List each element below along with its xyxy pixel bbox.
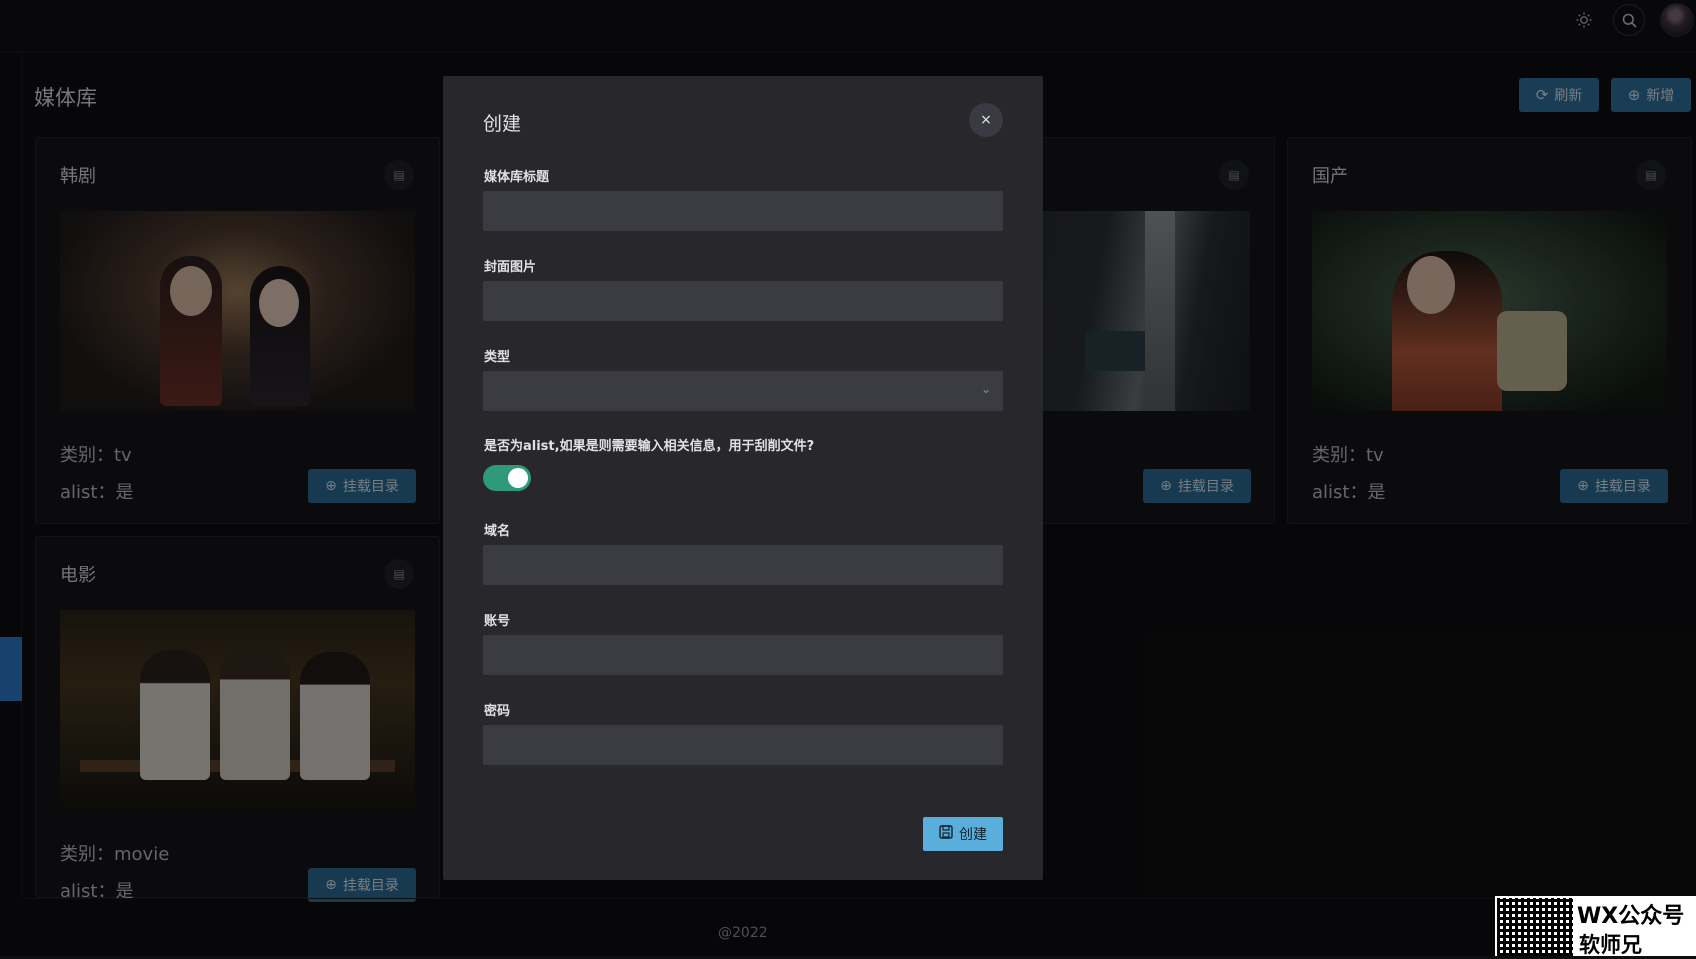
title-input[interactable] [483, 191, 1003, 231]
password-input[interactable] [483, 725, 1003, 765]
watermark-line-2: 软师兄 [1579, 933, 1642, 957]
password-field-label: 密码 [484, 704, 511, 719]
domain-input[interactable] [483, 545, 1003, 585]
cover-input[interactable] [483, 281, 1003, 321]
account-input[interactable] [483, 635, 1003, 675]
title-field-label: 媒体库标题 [484, 170, 550, 185]
dialog-title: 创建 [483, 113, 522, 135]
create-dialog: 创建 × 媒体库标题 封面图片 类型 ⌄ 是否为alist,如果是则需要输入相关… [443, 76, 1043, 880]
chevron-down-icon: ⌄ [980, 382, 991, 396]
type-select[interactable]: ⌄ [483, 371, 1003, 411]
qr-code [1497, 898, 1573, 956]
alist-toggle[interactable] [483, 465, 531, 491]
save-icon [939, 825, 953, 843]
toggle-knob [508, 468, 528, 488]
alist-toggle-label: 是否为alist,如果是则需要输入相关信息，用于刮削文件? [484, 439, 815, 454]
watermark: WX公众号 软师兄 [1495, 896, 1696, 957]
create-label: 创建 [959, 827, 987, 843]
account-field-label: 账号 [484, 614, 511, 629]
cover-field-label: 封面图片 [484, 260, 537, 275]
watermark-line-1: WX公众号 [1577, 904, 1685, 929]
type-field-label: 类型 [484, 350, 511, 365]
domain-field-label: 域名 [484, 524, 511, 539]
create-button[interactable]: 创建 [923, 817, 1003, 851]
close-icon[interactable]: × [969, 103, 1003, 137]
